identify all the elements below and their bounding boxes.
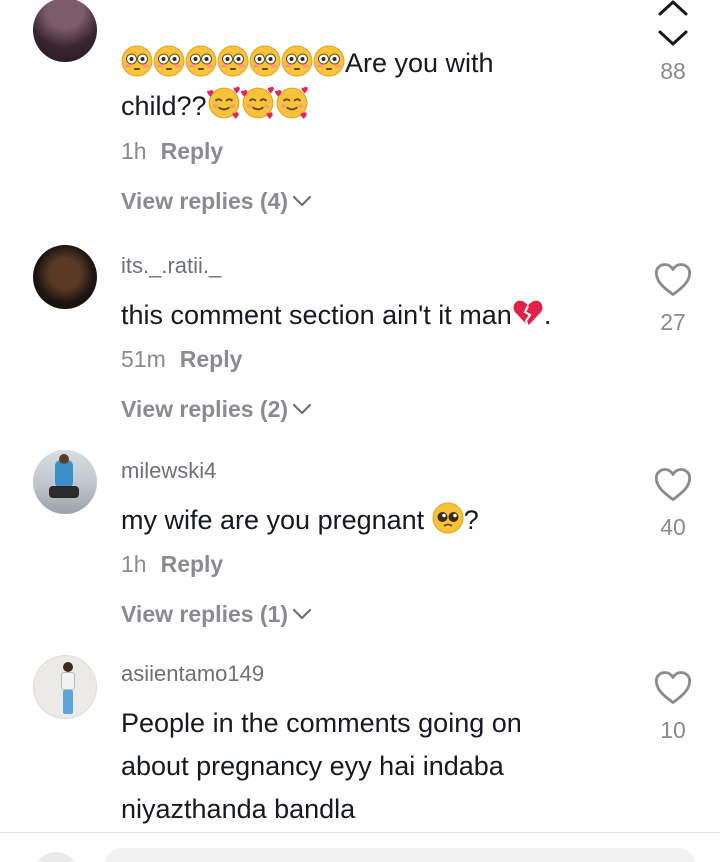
comment-time: 51m (121, 346, 166, 372)
pleading-face-icon (432, 502, 464, 534)
chevron-down-icon (292, 195, 312, 207)
heart-outline-icon (653, 261, 693, 298)
like-count: 40 (660, 514, 686, 540)
comment-text: this comment section ain't it man. (121, 294, 621, 337)
comment-time: 1h (121, 551, 147, 577)
view-replies-button[interactable]: View replies (1) (121, 600, 312, 628)
comment-username[interactable]: milewski4 (121, 458, 621, 484)
comment-input[interactable] (104, 848, 696, 862)
comment-username[interactable]: asiientamo149 (121, 661, 621, 687)
avatar[interactable] (33, 0, 97, 62)
comment-meta: 1h Reply (121, 550, 621, 578)
comment-text: my wife are you pregnant ? (121, 499, 621, 542)
like-button[interactable]: 40 (650, 466, 696, 541)
avatar[interactable] (33, 245, 97, 309)
reply-button[interactable]: Reply (161, 138, 224, 164)
comment-meta: 1h Reply (121, 137, 621, 165)
heart-outline-icon (653, 669, 693, 706)
comment-text: People in the comments going on about pr… (121, 708, 522, 824)
chevron-down-icon (292, 403, 312, 415)
love-emoji-icon (207, 91, 309, 121)
view-replies-button[interactable]: View replies (2) (121, 395, 312, 423)
reply-button[interactable]: Reply (161, 551, 224, 577)
like-count: 10 (660, 717, 686, 743)
view-replies-button[interactable]: View replies (4) (121, 187, 312, 215)
like-button[interactable]: 88 (650, 52, 696, 85)
flushed-emoji-icon (121, 48, 345, 78)
comment-time: 1h (121, 138, 147, 164)
chevron-down-icon[interactable] (656, 28, 690, 48)
like-button[interactable]: 27 (650, 261, 696, 336)
broken-heart-icon (512, 297, 544, 329)
comment-meta: 51m Reply (121, 345, 621, 373)
like-count: 27 (660, 309, 686, 335)
like-count: 88 (660, 58, 686, 84)
heart-outline-icon (653, 466, 693, 503)
avatar[interactable] (33, 450, 97, 514)
chevron-up-icon[interactable] (656, 0, 690, 16)
like-button[interactable]: 10 (650, 669, 696, 744)
reply-button[interactable]: Reply (180, 346, 243, 372)
avatar[interactable] (33, 655, 97, 719)
chevron-down-icon (292, 608, 312, 620)
comment-text: Are you with child?? (121, 48, 494, 121)
comment-username[interactable]: its._.ratii._ (121, 253, 621, 279)
